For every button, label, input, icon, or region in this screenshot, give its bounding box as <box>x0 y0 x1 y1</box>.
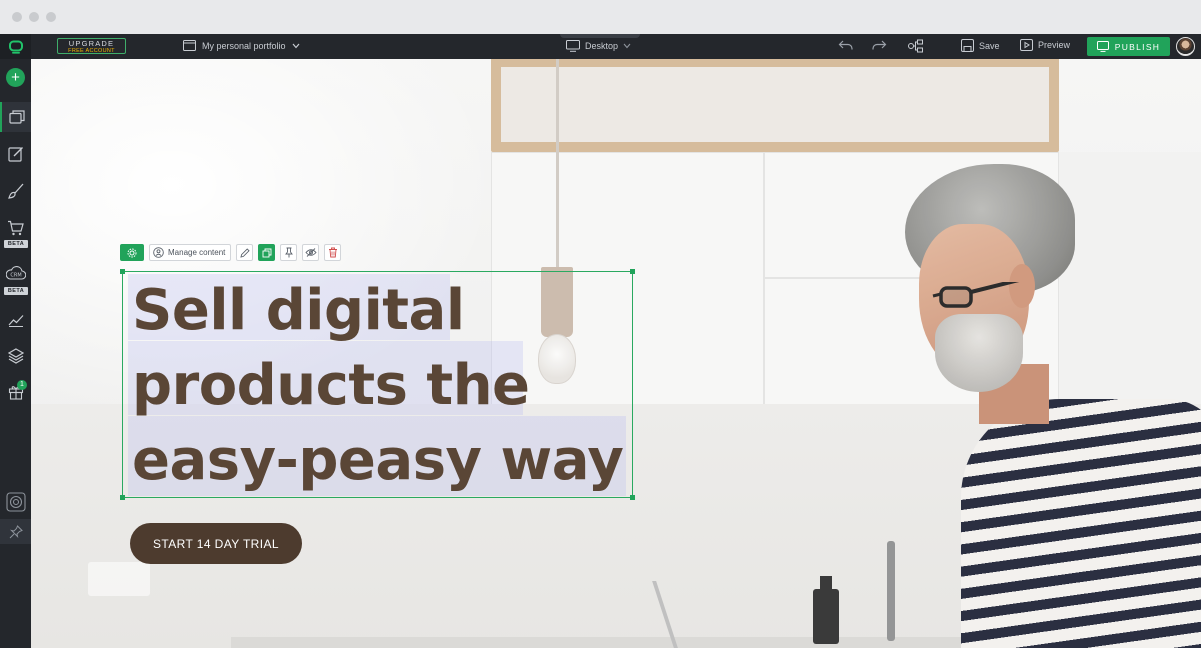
headline-line: easy-peasy way <box>132 428 624 493</box>
device-label: Desktop <box>585 41 619 51</box>
desktop-icon <box>566 40 580 52</box>
hero-headline[interactable]: Sell digital products the easy-peasy way <box>132 273 652 498</box>
window-maximize-dot[interactable] <box>46 12 56 22</box>
user-avatar[interactable] <box>1176 37 1195 56</box>
sidebar-item-store[interactable] <box>0 213 31 243</box>
sidebar-pin-button[interactable] <box>0 519 31 544</box>
upgrade-label: UPGRADE <box>68 39 115 48</box>
chevron-down-icon <box>623 43 631 49</box>
resize-handle[interactable] <box>120 495 125 500</box>
site-selector[interactable]: My personal portfolio <box>183 40 300 51</box>
sitemap-icon[interactable] <box>907 39 924 53</box>
save-label: Save <box>979 40 1000 51</box>
save-button[interactable]: Save <box>961 39 1000 52</box>
manage-content-icon <box>153 247 164 258</box>
pin-element-button[interactable] <box>280 244 298 261</box>
hide-element-button[interactable] <box>302 244 320 261</box>
duplicate-icon <box>262 248 272 257</box>
element-settings-button[interactable] <box>120 244 144 261</box>
publish-icon <box>1096 41 1109 52</box>
save-icon <box>961 39 974 52</box>
headline-line: products the <box>132 353 530 418</box>
headline-line: Sell digital <box>132 278 465 343</box>
sidebar-item-design[interactable] <box>0 176 31 206</box>
left-sidebar: + BETA CRM BETA 1 <box>0 59 31 648</box>
publish-label: PUBLISH <box>1114 41 1161 52</box>
hide-icon <box>305 248 317 257</box>
sidebar-item-crm[interactable]: CRM <box>0 258 31 288</box>
plus-icon: + <box>11 69 20 86</box>
top-toolbar: UPGRADE FREE ACCOUNT My personal portfol… <box>0 34 1201 59</box>
background-block <box>88 562 150 596</box>
window-close-dot[interactable] <box>12 12 22 22</box>
beta-badge: BETA <box>4 240 28 248</box>
app-logo-icon <box>8 40 23 54</box>
duplicate-button[interactable] <box>258 244 276 261</box>
manage-content-button[interactable]: Manage content <box>149 244 232 261</box>
sidebar-item-layers[interactable] <box>0 341 31 371</box>
pencil-icon <box>240 247 250 258</box>
window-chrome <box>0 0 1201 34</box>
edit-icon <box>7 147 23 162</box>
analytics-icon <box>8 315 23 327</box>
publish-button[interactable]: PUBLISH <box>1087 37 1170 56</box>
sidebar-item-analytics[interactable] <box>0 305 31 335</box>
redo-icon[interactable] <box>871 39 887 51</box>
sidebar-item-pages[interactable] <box>0 102 31 132</box>
sidebar-item-edit[interactable] <box>0 139 31 169</box>
start-trial-button[interactable]: START 14 DAY TRIAL <box>130 523 302 564</box>
preview-button[interactable]: Preview <box>1020 39 1070 51</box>
sidebar-item-help[interactable] <box>0 489 31 515</box>
pages-icon <box>8 110 25 124</box>
crm-icon: CRM <box>5 266 26 280</box>
app-logo[interactable] <box>0 34 31 59</box>
free-account-label: FREE ACCOUNT <box>68 47 115 54</box>
help-icon <box>5 492 26 512</box>
editor-canvas[interactable]: Manage content Sell digital products the… <box>31 59 1201 648</box>
element-edit-toolbar: Manage content <box>120 244 342 261</box>
settings-icon <box>127 248 137 257</box>
upgrade-button[interactable]: UPGRADE FREE ACCOUNT <box>57 38 126 54</box>
sidebar-item-gifts[interactable] <box>0 377 31 407</box>
brush-icon <box>7 183 23 199</box>
undo-icon[interactable] <box>838 39 854 51</box>
svg-text:CRM: CRM <box>10 273 21 279</box>
device-selector[interactable]: Desktop <box>566 40 631 52</box>
chevron-down-icon <box>292 43 300 49</box>
window-minimize-dot[interactable] <box>29 12 39 22</box>
manage-content-label: Manage content <box>168 248 226 257</box>
edit-style-button[interactable] <box>236 244 254 261</box>
pin-icon <box>9 524 23 538</box>
site-name: My personal portfolio <box>202 40 286 51</box>
site-icon <box>183 40 196 51</box>
notification-badge: 1 <box>17 380 27 390</box>
layers-icon <box>7 348 24 364</box>
resize-handle[interactable] <box>120 269 125 274</box>
beta-badge: BETA <box>4 287 28 295</box>
preview-label: Preview <box>1038 40 1071 50</box>
preview-icon <box>1020 39 1033 51</box>
delete-element-button[interactable] <box>324 244 342 261</box>
pin-element-icon <box>284 247 293 258</box>
add-element-button[interactable]: + <box>6 68 25 87</box>
cart-icon <box>8 220 24 236</box>
device-notch <box>560 34 640 38</box>
delete-icon <box>328 247 337 258</box>
